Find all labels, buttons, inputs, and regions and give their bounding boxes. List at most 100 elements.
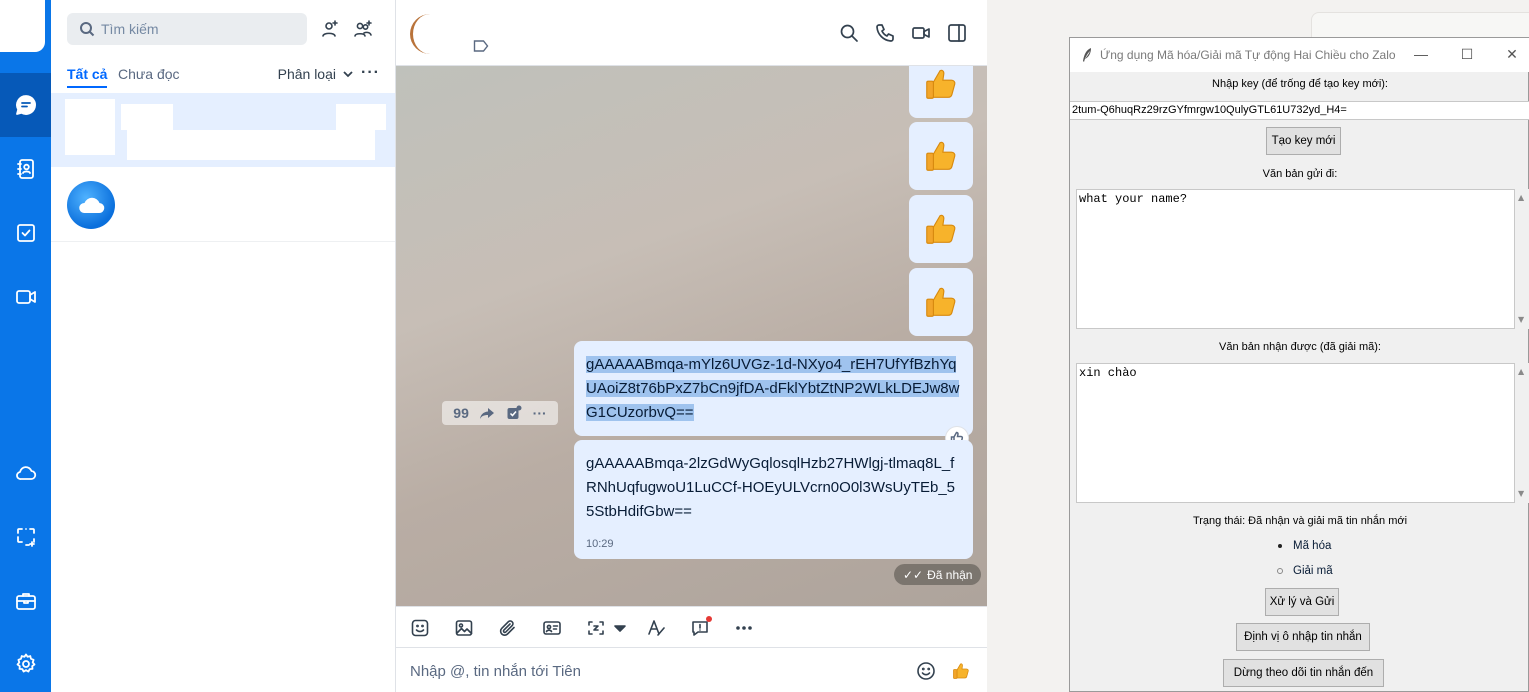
conversation-item-selected[interactable] — [51, 93, 395, 167]
mode-encrypt-radio[interactable]: Mã hóa — [1275, 537, 1331, 555]
search-box[interactable] — [67, 13, 307, 45]
nav-cloud[interactable] — [0, 441, 51, 505]
like-sticker-message[interactable] — [909, 66, 973, 118]
message-area[interactable]: 99 ··· gAAAAABmqa-mYlz6UVGz-1d-NXyo4_rEH… — [396, 66, 987, 606]
screenshot-icon — [588, 621, 604, 635]
radio-selected-icon — [1275, 541, 1285, 551]
voice-call-button[interactable] — [872, 20, 898, 46]
message-bubble[interactable]: gAAAAABmqa-2lzGdWyGqlosqlHzb27HWlgj-tlma… — [574, 440, 973, 559]
app-titlebar: Ứng dụng Mã hóa/Giải mã Tự động Hai Chiề… — [1070, 38, 1529, 72]
nav-todo[interactable] — [0, 201, 51, 265]
send-contact-card-button[interactable] — [540, 616, 564, 640]
app-title: Ứng dụng Mã hóa/Giải mã Tự động Hai Chiề… — [1100, 48, 1396, 62]
thumbs-up-icon — [926, 141, 956, 171]
chevron-down-icon — [343, 71, 353, 78]
toggle-info-panel-button[interactable] — [944, 20, 970, 46]
attach-file-button[interactable] — [496, 616, 520, 640]
add-friend-button[interactable] — [317, 16, 343, 42]
received-scrollbar[interactable]: ▲ ▼ — [1515, 363, 1529, 503]
close-button[interactable]: ✕ — [1504, 46, 1520, 62]
more-actions-icon[interactable]: ··· — [533, 405, 547, 421]
add-group-icon — [354, 20, 372, 37]
message-input[interactable] — [410, 660, 890, 682]
nav-screenshot[interactable] — [0, 505, 51, 569]
stop-monitoring-button[interactable]: Dừng theo dõi tin nhắn đến — [1223, 659, 1384, 687]
video-call-button[interactable] — [908, 20, 934, 46]
tag-button[interactable] — [473, 39, 489, 53]
delivery-status-badge: ✓✓ Đã nhận — [894, 564, 982, 585]
message-time: 10:29 — [586, 538, 614, 550]
more-options-icon[interactable]: ··· — [361, 64, 380, 82]
contacts-book-icon — [16, 159, 34, 179]
double-check-icon: ✓✓ — [903, 567, 924, 582]
tag-icon — [473, 40, 489, 52]
send-textarea[interactable]: what your name? — [1076, 189, 1515, 329]
create-group-button[interactable] — [350, 16, 376, 42]
search-input[interactable] — [101, 21, 291, 37]
message-bubble-selected[interactable]: gAAAAABmqa-mYlz6UVGz-1d-NXyo4_rEH7UfYfBz… — [574, 341, 973, 436]
like-sticker-message[interactable] — [909, 195, 973, 263]
minimize-button[interactable]: — — [1413, 46, 1429, 62]
classify-label: Phân loại — [277, 66, 336, 82]
message-actions-toolbar: 99 ··· — [442, 401, 558, 425]
nav-rail — [0, 0, 51, 692]
received-textarea[interactable]: xin chào — [1076, 363, 1515, 503]
cloud-avatar — [67, 181, 115, 229]
text-format-icon — [648, 620, 665, 636]
composer-input-row — [396, 648, 987, 692]
process-and-send-button[interactable]: Xử lý và Gửi — [1265, 588, 1339, 616]
emoji-button[interactable] — [914, 659, 938, 683]
more-horizontal-icon — [736, 626, 752, 630]
quote-icon[interactable]: 99 — [453, 405, 469, 421]
redacted-avatar — [65, 99, 115, 155]
checkbox-icon — [16, 224, 35, 242]
scroll-up-icon[interactable]: ▲ — [1518, 367, 1524, 376]
search-icon — [840, 24, 858, 42]
conversation-item-cloud[interactable] — [51, 167, 395, 242]
paperclip-icon — [499, 620, 515, 636]
received-text-label: Văn bản nhận được (đã giải mã): — [1219, 341, 1381, 353]
add-task-icon[interactable] — [506, 405, 522, 421]
redacted-name — [121, 104, 173, 130]
tab-all[interactable]: Tất cả — [67, 66, 108, 88]
more-tools-button[interactable] — [732, 616, 756, 640]
forward-icon[interactable] — [479, 405, 495, 421]
maximize-button[interactable]: ☐ — [1459, 46, 1475, 62]
send-scrollbar[interactable]: ▲ ▼ — [1515, 189, 1529, 329]
key-label: Nhập key (để trống để tạo key mới): — [1212, 78, 1388, 90]
sticker-button[interactable] — [408, 616, 432, 640]
scroll-down-icon[interactable]: ▼ — [1518, 489, 1524, 498]
nav-contacts[interactable] — [0, 137, 51, 201]
locate-input-button[interactable]: Định vị ô nhập tin nhắn — [1236, 623, 1370, 651]
quick-like-button[interactable] — [949, 659, 973, 683]
contact-avatar[interactable] — [410, 14, 450, 54]
text-format-button[interactable] — [644, 616, 668, 640]
scroll-down-icon[interactable]: ▼ — [1518, 315, 1524, 324]
filter-tabs: Tất cả Chưa đọc Phân loại ··· — [67, 64, 380, 88]
nav-settings[interactable] — [0, 632, 51, 692]
message-text[interactable]: gAAAAABmqa-2lzGdWyGqlosqlHzb27HWlgj-tlma… — [586, 452, 961, 524]
sidebar-panel-icon — [948, 24, 966, 42]
capture-screen-button[interactable] — [584, 616, 608, 640]
nav-messages[interactable] — [0, 73, 51, 137]
like-sticker-message[interactable] — [909, 122, 973, 190]
tab-unread[interactable]: Chưa đọc — [118, 66, 180, 82]
nav-video[interactable] — [0, 265, 51, 329]
search-in-chat-button[interactable] — [836, 20, 862, 46]
image-icon — [455, 620, 473, 636]
message-text[interactable]: gAAAAABmqa-mYlz6UVGz-1d-NXyo4_rEH7UfYfBz… — [586, 356, 960, 421]
nav-toolbox[interactable] — [0, 569, 51, 633]
mode-decrypt-radio[interactable]: Giải mã — [1275, 562, 1333, 580]
new-key-button[interactable]: Tạo key mới — [1266, 127, 1341, 155]
classify-dropdown[interactable]: Phân loại — [278, 66, 354, 82]
scroll-up-icon[interactable]: ▲ — [1518, 193, 1524, 202]
like-sticker-message[interactable] — [909, 268, 973, 336]
image-button[interactable] — [452, 616, 476, 640]
chat-window: 99 ··· gAAAAABmqa-mYlz6UVGz-1d-NXyo4_rEH… — [396, 0, 987, 692]
quick-message-button[interactable] — [688, 616, 712, 640]
user-avatar[interactable] — [0, 0, 45, 52]
thumbs-up-icon — [926, 214, 956, 244]
redacted-preview — [127, 130, 375, 160]
key-input[interactable]: 2tum-Q6huqRz29rzGYfmrgw10QulyGTL61U732yd… — [1070, 101, 1529, 120]
capture-options-dropdown[interactable] — [608, 616, 632, 640]
